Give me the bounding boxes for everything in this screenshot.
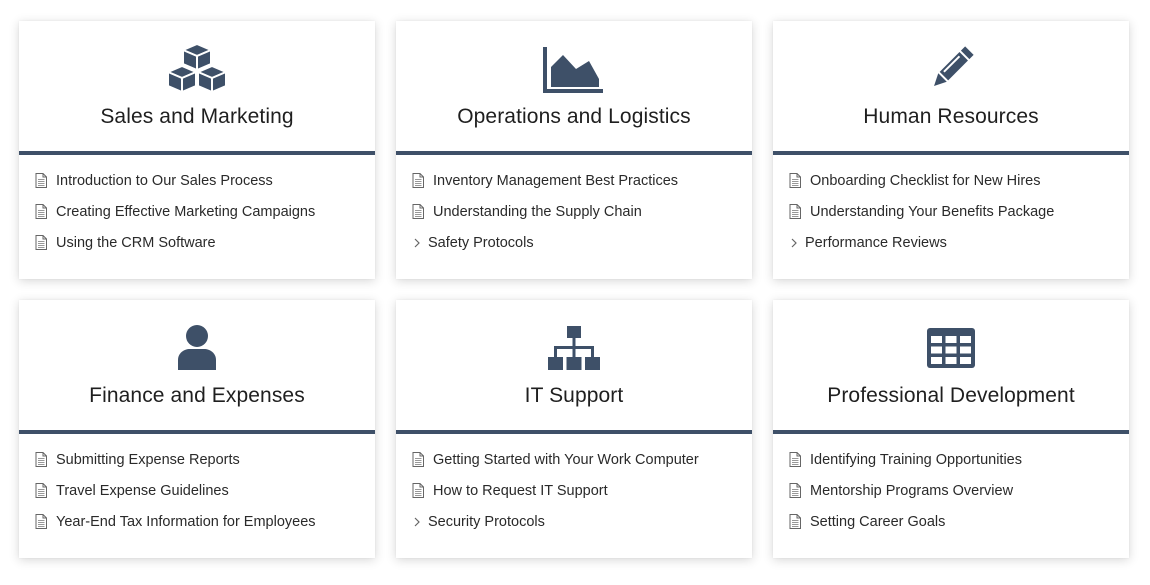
card-title[interactable]: Sales and Marketing [19, 105, 375, 129]
list-item[interactable]: Onboarding Checklist for New Hires [789, 165, 1129, 196]
card-title[interactable]: Finance and Expenses [19, 384, 375, 408]
list-item[interactable]: Mentorship Programs Overview [789, 475, 1129, 506]
document-icon [789, 452, 801, 467]
chevron-right-icon [414, 238, 420, 247]
list-item-folder[interactable]: Performance Reviews [789, 227, 1129, 258]
list-item-folder[interactable]: Security Protocols [412, 506, 752, 537]
list-item[interactable]: Getting Started with Your Work Computer [412, 444, 752, 475]
list-item-label: Introduction to Our Sales Process [56, 172, 273, 189]
document-icon [35, 514, 47, 529]
list-item[interactable]: How to Request IT Support [412, 475, 752, 506]
card-header[interactable]: IT Support [396, 300, 752, 430]
list-item-label: Submitting Expense Reports [56, 451, 240, 468]
list-item[interactable]: Inventory Management Best Practices [412, 165, 752, 196]
list-item-label: Understanding Your Benefits Package [810, 203, 1055, 220]
document-icon [789, 514, 801, 529]
document-icon [35, 173, 47, 188]
list-item[interactable]: Year-End Tax Information for Employees [35, 506, 375, 537]
document-icon [35, 483, 47, 498]
list-item-label: Using the CRM Software [56, 234, 216, 251]
list-item-label: Inventory Management Best Practices [433, 172, 679, 189]
document-icon [35, 452, 47, 467]
area-chart-icon [542, 41, 606, 97]
category-card-human-resources: Human Resources Onboarding Checklist for… [773, 21, 1129, 279]
list-item-label: How to Request IT Support [433, 482, 608, 499]
list-item-label: Onboarding Checklist for New Hires [810, 172, 1041, 189]
category-card-operations-logistics: Operations and Logistics Inventory Manag… [396, 21, 752, 279]
article-list: Submitting Expense Reports Travel Expens… [19, 434, 375, 537]
document-icon [412, 483, 424, 498]
table-icon [919, 320, 983, 376]
card-header[interactable]: Human Resources [773, 21, 1129, 151]
category-card-professional-development: Professional Development Identifying Tra… [773, 300, 1129, 558]
card-header[interactable]: Sales and Marketing [19, 21, 375, 151]
card-title[interactable]: Professional Development [773, 384, 1129, 408]
article-list: Inventory Management Best Practices Unde… [396, 155, 752, 258]
list-item-label: Travel Expense Guidelines [56, 482, 229, 499]
list-item-label: Year-End Tax Information for Employees [56, 513, 316, 530]
article-list: Getting Started with Your Work Computer … [396, 434, 752, 537]
knowledge-base-grid: Sales and Marketing Introduction to Our … [0, 0, 1150, 585]
list-item-label: Performance Reviews [805, 234, 947, 251]
article-list: Introduction to Our Sales Process Creati… [19, 155, 375, 258]
list-item-label: Mentorship Programs Overview [810, 482, 1014, 499]
card-header[interactable]: Professional Development [773, 300, 1129, 430]
category-card-it-support: IT Support Getting Started with Your Wor… [396, 300, 752, 558]
list-item-label: Understanding the Supply Chain [433, 203, 642, 220]
list-item[interactable]: Introduction to Our Sales Process [35, 165, 375, 196]
card-header[interactable]: Finance and Expenses [19, 300, 375, 430]
list-item[interactable]: Creating Effective Marketing Campaigns [35, 196, 375, 227]
list-item-label: Getting Started with Your Work Computer [433, 451, 699, 468]
list-item-label: Setting Career Goals [810, 513, 946, 530]
card-title[interactable]: Human Resources [773, 105, 1129, 129]
list-item-folder[interactable]: Safety Protocols [412, 227, 752, 258]
article-list: Onboarding Checklist for New Hires Under… [773, 155, 1129, 258]
list-item-label: Safety Protocols [428, 234, 534, 251]
category-card-finance-expenses: Finance and Expenses Submitting Expense … [19, 300, 375, 558]
chevron-right-icon [414, 517, 420, 526]
list-item[interactable]: Submitting Expense Reports [35, 444, 375, 475]
card-title[interactable]: IT Support [396, 384, 752, 408]
document-icon [35, 235, 47, 250]
list-item[interactable]: Understanding the Supply Chain [412, 196, 752, 227]
document-icon [789, 204, 801, 219]
list-item-label: Security Protocols [428, 513, 545, 530]
chevron-right-icon [791, 238, 797, 247]
card-title[interactable]: Operations and Logistics [396, 105, 752, 129]
card-header[interactable]: Operations and Logistics [396, 21, 752, 151]
document-icon [412, 204, 424, 219]
list-item[interactable]: Understanding Your Benefits Package [789, 196, 1129, 227]
list-item-label: Creating Effective Marketing Campaigns [56, 203, 316, 220]
document-icon [789, 483, 801, 498]
document-icon [35, 204, 47, 219]
list-item-label: Identifying Training Opportunities [810, 451, 1022, 468]
sitemap-icon [542, 320, 606, 376]
document-icon [412, 452, 424, 467]
pencil-icon [919, 41, 983, 97]
cubes-icon [165, 41, 229, 97]
category-card-sales-marketing: Sales and Marketing Introduction to Our … [19, 21, 375, 279]
list-item[interactable]: Setting Career Goals [789, 506, 1129, 537]
list-item[interactable]: Identifying Training Opportunities [789, 444, 1129, 475]
document-icon [412, 173, 424, 188]
article-list: Identifying Training Opportunities Mento… [773, 434, 1129, 537]
document-icon [789, 173, 801, 188]
list-item[interactable]: Using the CRM Software [35, 227, 375, 258]
list-item[interactable]: Travel Expense Guidelines [35, 475, 375, 506]
user-icon [165, 320, 229, 376]
